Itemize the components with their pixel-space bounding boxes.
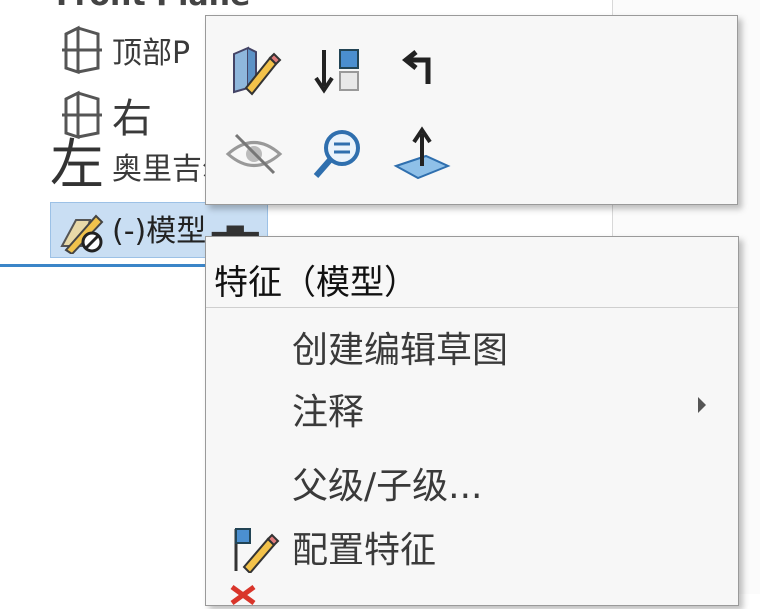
parent-icon [394, 42, 450, 98]
menu-item-label: 配置特征 [292, 530, 437, 571]
menu-item-parent-child[interactable]: 父级/子级... [206, 451, 738, 509]
menu-item-label: 注释 [292, 392, 365, 433]
tree-rollback-bar[interactable] [0, 264, 212, 267]
context-menu: 特征（模型） 创建编辑草图 注释 父级/子级... 配置特征 [205, 236, 739, 606]
normal-to-button[interactable] [390, 122, 454, 186]
tree-item-label: 右 [112, 96, 152, 142]
hide-icon [224, 129, 284, 179]
plane-icon [60, 24, 104, 76]
part-edit-icon [56, 210, 108, 258]
rollback-button[interactable] [306, 38, 370, 102]
menu-item-label: 创建编辑草图 [292, 330, 509, 371]
menu-item-create-edit-sketch[interactable]: 创建编辑草图 [206, 315, 738, 373]
tree-item-label: 顶部P [112, 36, 191, 71]
context-menu-header: 特征（模型） [214, 263, 418, 303]
menu-item-annotations[interactable]: 注释 [206, 377, 738, 435]
submenu-arrow-icon [696, 395, 708, 419]
hide-button[interactable] [222, 122, 286, 186]
configure-feature-icon [228, 523, 280, 577]
tree-item-label: Front Plane [56, 0, 250, 8]
edit-sketch-button[interactable] [222, 38, 286, 102]
delete-icon [228, 584, 258, 609]
tree-item-label: (-)模型 [112, 214, 207, 249]
zoom-to-selection-button[interactable] [306, 122, 370, 186]
menu-separator [206, 307, 738, 308]
rollback-icon [310, 42, 366, 98]
menu-item-label: 父级/子级... [292, 466, 483, 507]
left-plane-overlay-label: 左 [50, 133, 104, 196]
tree-item-top-plane[interactable]: 顶部P [60, 24, 190, 76]
edit-sketch-icon [226, 42, 282, 98]
menu-item-configure-feature[interactable]: 配置特征 [206, 515, 738, 575]
zoom-to-selection-icon [310, 126, 366, 182]
tree-item-front-plane[interactable]: Front Plane [56, 0, 250, 8]
context-toolbar [205, 15, 738, 205]
select-parent-button[interactable] [390, 38, 454, 102]
normal-to-icon [392, 126, 452, 182]
